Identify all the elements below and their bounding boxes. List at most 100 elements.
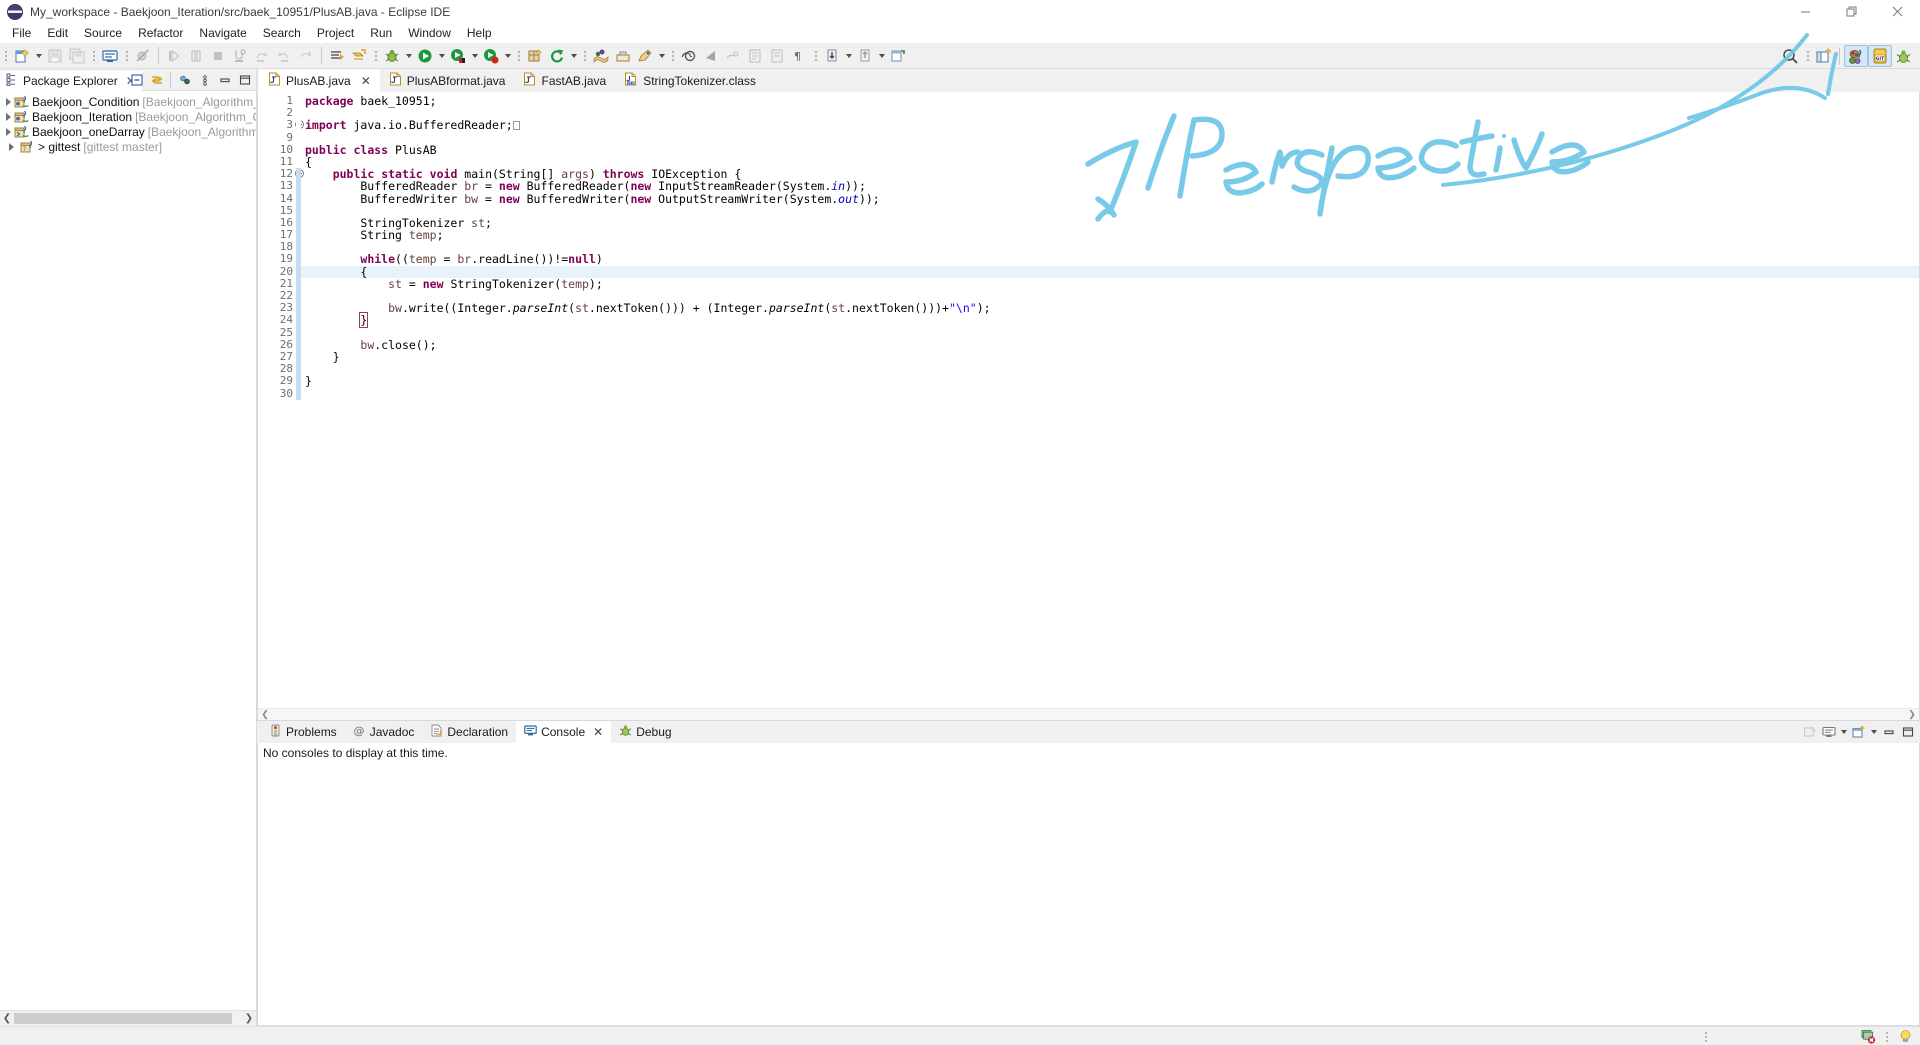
forward-nav-icon[interactable]	[854, 45, 876, 67]
toolbar-drag-handle-2[interactable]	[90, 45, 97, 67]
menu-project[interactable]: Project	[309, 24, 362, 42]
tree-item-gittest[interactable]: ? > gittest [gittest master]	[0, 139, 256, 154]
debug-dropdown-icon[interactable]	[403, 45, 414, 67]
open-type-icon[interactable]	[590, 45, 612, 67]
tab-debug[interactable]: Debug	[611, 721, 679, 743]
scroll-right-icon[interactable]: ❯	[242, 1012, 256, 1026]
new-wizard-dropdown-icon[interactable]	[33, 45, 44, 67]
code-line[interactable]: bw.write((Integer.parseInt(st.nextToken(…	[305, 302, 1919, 314]
code-line[interactable]	[305, 107, 1919, 119]
menu-window[interactable]: Window	[400, 24, 459, 42]
view-menu-chevron-icon[interactable]	[195, 71, 214, 90]
editor-tab-plusabformat[interactable]: PlusABformat.java	[380, 69, 515, 92]
new-wizard-icon[interactable]	[11, 45, 33, 67]
run-dropdown-icon[interactable]	[436, 45, 447, 67]
back-icon[interactable]	[700, 45, 722, 67]
pencil-dropdown-icon[interactable]	[656, 45, 667, 67]
code-line[interactable]	[305, 363, 1919, 375]
menu-edit[interactable]: Edit	[39, 24, 76, 42]
project-tree[interactable]: Baekjoon_Condition [Baekjoon_Algorithm_C…	[0, 91, 256, 1010]
chevron-right-icon[interactable]	[6, 111, 11, 122]
show-whitespace-icon[interactable]: ¶	[788, 45, 810, 67]
open-console-icon[interactable]	[99, 45, 121, 67]
editor-tab-stringtokenizer[interactable]: 010 StringTokenizer.class	[615, 69, 765, 92]
debug-icon[interactable]	[381, 45, 403, 67]
run-as-coverage-dropdown-icon[interactable]	[469, 45, 480, 67]
back-nav-icon[interactable]	[821, 45, 843, 67]
new-perspective-icon[interactable]	[1813, 45, 1835, 67]
toolbar-drag-handle-7[interactable]	[669, 45, 676, 67]
toolbar-drag-handle-5[interactable]	[515, 45, 522, 67]
code-line[interactable]: BufferedWriter bw = new BufferedWriter(n…	[305, 193, 1919, 205]
source-code-text[interactable]: package baek_10951; import java.io.Buffe…	[301, 92, 1919, 708]
search-history-icon[interactable]	[678, 45, 700, 67]
console-dropdown-icon[interactable]	[1838, 721, 1849, 743]
git-perspective-icon[interactable]: GIT	[1868, 45, 1892, 67]
perspective-drag-handle[interactable]	[1804, 45, 1811, 67]
refresh-icon[interactable]	[546, 45, 568, 67]
toolbar-drag-handle-8[interactable]	[812, 45, 819, 67]
new-java-project-icon[interactable]	[326, 45, 348, 67]
editor-tab-fastab[interactable]: FastAB.java	[514, 69, 615, 92]
pencil-icon[interactable]	[634, 45, 656, 67]
new-package-icon[interactable]	[524, 45, 546, 67]
menu-navigate[interactable]: Navigate	[191, 24, 254, 42]
search-icon[interactable]	[1778, 45, 1802, 67]
tab-javadoc[interactable]: @ Javadoc	[345, 721, 423, 743]
code-line[interactable]: public class PlusAB	[305, 144, 1919, 156]
forward-nav-dropdown-icon[interactable]	[876, 45, 887, 67]
minimize-view-icon[interactable]	[215, 71, 234, 90]
scroll-left-icon[interactable]: ❮	[0, 1012, 14, 1026]
code-line[interactable]: String temp;	[305, 229, 1919, 241]
code-line[interactable]: }	[305, 375, 1919, 387]
open-task-icon[interactable]	[612, 45, 634, 67]
chevron-right-icon[interactable]	[6, 126, 11, 137]
view-menu-icon[interactable]	[175, 71, 194, 90]
tree-item-baekjoon-condition[interactable]: Baekjoon_Condition [Baekjoon_Algorithm_C…	[0, 94, 256, 109]
hscroll-track[interactable]	[14, 1013, 242, 1024]
pin-editor-icon[interactable]	[887, 45, 909, 67]
menu-refactor[interactable]: Refactor	[130, 24, 191, 42]
close-button[interactable]	[1874, 0, 1920, 23]
back-nav-dropdown-icon[interactable]	[843, 45, 854, 67]
code-line[interactable]: {	[301, 266, 1919, 278]
console-output[interactable]: No consoles to display at this time.	[257, 743, 1920, 1026]
menu-run[interactable]: Run	[362, 24, 400, 42]
code-line[interactable]: StringTokenizer st;	[305, 217, 1919, 229]
run-as-coverage-icon[interactable]	[447, 45, 469, 67]
statusbar-drag-handle-2[interactable]	[1883, 1026, 1890, 1045]
code-line[interactable]: import java.io.BufferedReader;	[305, 119, 1919, 131]
code-line[interactable]	[305, 388, 1919, 400]
run-icon[interactable]	[414, 45, 436, 67]
code-line[interactable]	[305, 327, 1919, 339]
code-line[interactable]: BufferedReader br = new BufferedReader(n…	[305, 180, 1919, 192]
minimize-button[interactable]	[1782, 0, 1828, 23]
collapsed-imports-icon[interactable]	[513, 121, 520, 130]
chevron-right-icon[interactable]	[6, 141, 17, 152]
chevron-right-icon[interactable]	[6, 96, 11, 107]
maximize-button[interactable]	[1828, 0, 1874, 23]
display-selected-console-icon[interactable]	[1819, 723, 1838, 742]
tree-item-baekjoon-iteration[interactable]: Baekjoon_Iteration [Baekjoon_Algorithm_C…	[0, 109, 256, 124]
code-line[interactable]: bw.close();	[305, 339, 1919, 351]
minimize-view-icon[interactable]	[1879, 723, 1898, 742]
maximize-view-icon[interactable]	[235, 71, 254, 90]
skip-breakpoints-icon[interactable]	[132, 45, 154, 67]
code-line[interactable]: while((temp = br.readLine())!=null)	[305, 253, 1919, 265]
code-line[interactable]: }	[305, 314, 1919, 326]
tree-item-baekjoon-onedarray[interactable]: Baekjoon_oneDarray [Baekjoon_Algorithm_C…	[0, 124, 256, 139]
collapse-all-icon[interactable]	[127, 71, 146, 90]
tab-console[interactable]: Console ✕	[516, 721, 611, 743]
run-last-tool-dropdown-icon[interactable]	[502, 45, 513, 67]
editor-hscrollbar[interactable]: ❮ ❯	[258, 708, 1919, 720]
code-line[interactable]: st = new StringTokenizer(temp);	[305, 278, 1919, 290]
toolbar-drag-handle-6[interactable]	[581, 45, 588, 67]
scroll-left-icon[interactable]: ❮	[258, 709, 272, 721]
open-console-icon[interactable]	[1849, 723, 1868, 742]
run-last-tool-icon[interactable]	[480, 45, 502, 67]
code-line[interactable]: }	[305, 351, 1919, 363]
code-line[interactable]	[305, 132, 1919, 144]
java-perspective-icon[interactable]	[1844, 45, 1868, 67]
maximize-view-icon[interactable]	[1898, 723, 1917, 742]
tab-package-explorer[interactable]: Package Explorer ✕	[0, 69, 142, 91]
